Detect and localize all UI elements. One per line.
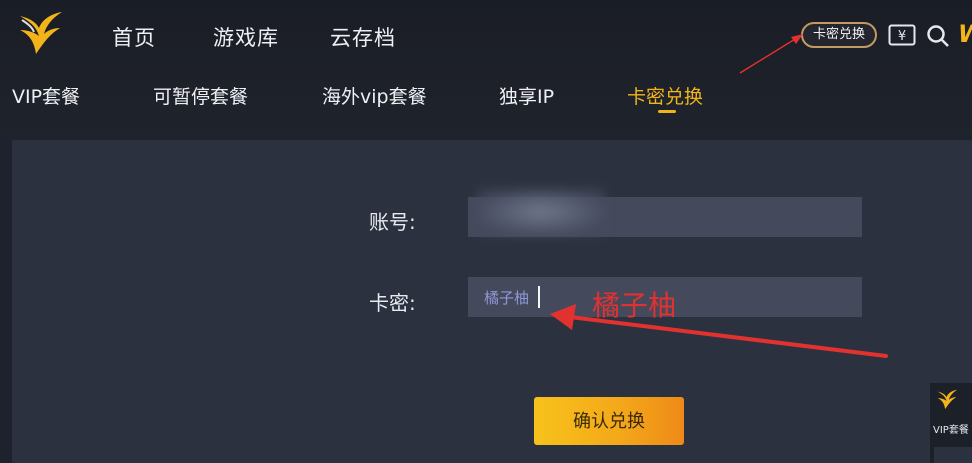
- svg-text:¥: ¥: [898, 29, 906, 44]
- card-code-label: 卡密:: [369, 291, 416, 315]
- app-logo-icon[interactable]: [14, 6, 66, 58]
- mini-panel: [934, 447, 972, 463]
- tab-pausable-package[interactable]: 可暂停套餐: [153, 82, 248, 109]
- redeem-card-button[interactable]: 卡密兑换: [801, 22, 877, 48]
- nav-home[interactable]: 首页: [112, 22, 156, 52]
- tab-dedicated-ip[interactable]: 独享IP: [499, 82, 554, 109]
- nav-game-library[interactable]: 游戏库: [213, 22, 279, 52]
- confirm-redeem-button[interactable]: 确认兑换: [534, 397, 684, 445]
- search-icon[interactable]: [926, 24, 952, 48]
- nav-cloud-save[interactable]: 云存档: [330, 22, 396, 52]
- annotation-label: 橘子柚: [592, 289, 677, 322]
- mini-logo-icon: [937, 389, 958, 410]
- mini-app-preview: VIP套餐: [930, 383, 972, 463]
- yen-ticket-icon[interactable]: ¥: [888, 24, 916, 46]
- mini-tab-vip-package: VIP套餐: [933, 425, 969, 436]
- active-tab-indicator: [658, 110, 676, 113]
- tab-card-redeem[interactable]: 卡密兑换: [627, 82, 703, 109]
- user-badge-partial[interactable]: W: [958, 20, 972, 48]
- account-redaction: [478, 190, 604, 234]
- top-navigation: 首页 游戏库 云存档 卡密兑换 ¥ W VIP套餐 可暂停套餐 海外vip套餐 …: [0, 0, 972, 135]
- tab-vip-package[interactable]: VIP套餐: [12, 82, 80, 109]
- text-caret: [538, 286, 540, 308]
- tab-overseas-vip-package[interactable]: 海外vip套餐: [322, 82, 427, 109]
- account-label: 账号:: [369, 210, 416, 234]
